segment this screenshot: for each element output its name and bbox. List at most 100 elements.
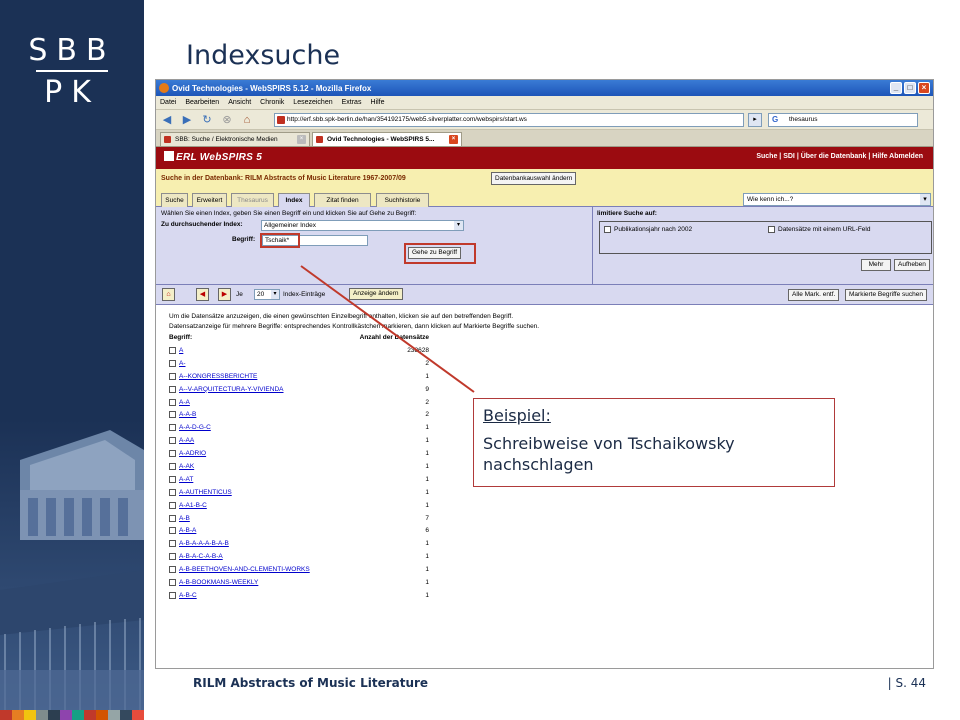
color-strip: [0, 710, 144, 720]
index-select[interactable]: Allgemeiner Index: [261, 220, 464, 231]
record-count: 1: [425, 462, 429, 470]
row-checkbox[interactable]: [169, 501, 176, 509]
previous-page-icon[interactable]: ◀: [196, 288, 209, 301]
url-bar[interactable]: http://erf.sbb.spk-berlin.de/han/3541921…: [274, 113, 744, 127]
row-checkbox[interactable]: [169, 359, 176, 367]
term-link[interactable]: A-: [179, 360, 186, 367]
change-display-button[interactable]: Anzeige ändern: [349, 288, 403, 300]
webspirs-banner: ERL WebSPIRS 5 Suche | SDI | Über die Da…: [156, 147, 933, 169]
tab-thesaurus[interactable]: Thesaurus: [231, 193, 274, 207]
row-checkbox[interactable]: [169, 527, 176, 535]
close-tab-icon[interactable]: ×: [297, 135, 306, 144]
menu-lesezeichen[interactable]: Lesezeichen: [293, 99, 332, 106]
term-link[interactable]: A-B-C: [179, 592, 197, 599]
term-link[interactable]: A-B-BEETHOVEN-AND-CLEMENTI-WORKS: [179, 566, 310, 573]
term-link[interactable]: A-AUTHENTICUS: [179, 489, 232, 496]
tab-erweitert[interactable]: Erweitert: [192, 193, 227, 207]
row-checkbox[interactable]: [169, 450, 176, 458]
term-link[interactable]: A-AT: [179, 476, 193, 483]
change-database-button[interactable]: Datenbankauswahl ändern: [491, 172, 577, 185]
search-marked-button[interactable]: Markierte Begriffe suchen: [845, 289, 927, 301]
limit-year-checkbox[interactable]: [604, 226, 611, 233]
logo-top: SBB: [28, 33, 116, 68]
row-checkbox[interactable]: [169, 385, 176, 393]
row-checkbox[interactable]: [169, 488, 176, 496]
row-checkbox[interactable]: [169, 540, 176, 548]
reload-icon[interactable]: ↻: [199, 113, 215, 127]
tab-suchhistorie[interactable]: Suchhistorie: [376, 193, 429, 207]
term-link[interactable]: A-B-BOOKMANS-WEEKLY: [179, 579, 258, 586]
row-checkbox[interactable]: [169, 514, 176, 522]
limit-url-option[interactable]: Datensätze mit einem URL-Feld: [768, 226, 870, 233]
close-tab-icon[interactable]: ×: [449, 135, 458, 144]
menu-chronik[interactable]: Chronik: [260, 99, 284, 106]
record-count: 1: [425, 553, 429, 561]
row-checkbox[interactable]: [169, 424, 176, 432]
row-checkbox[interactable]: [169, 553, 176, 561]
stop-icon[interactable]: ⊗: [219, 113, 235, 127]
term-link[interactable]: A-B-A: [179, 527, 196, 534]
menu-datei[interactable]: Datei: [160, 99, 176, 106]
row-checkbox[interactable]: [169, 578, 176, 586]
row-checkbox[interactable]: [169, 475, 176, 483]
color-strip-segment: [24, 710, 36, 720]
term-link[interactable]: A-B: [179, 515, 190, 522]
term-link[interactable]: A-A-B: [179, 411, 196, 418]
row-checkbox[interactable]: [169, 462, 176, 470]
minimize-button[interactable]: _: [890, 82, 902, 94]
limit-year-option[interactable]: Publikationsjahr nach 2002: [604, 226, 692, 233]
menu-bearbeiten[interactable]: Bearbeiten: [185, 99, 219, 106]
browser-tab-label: Ovid Technologies - WebSPIRS 5...: [327, 136, 435, 143]
term-link[interactable]: A--V-ARQUITECTURA-Y-VIVIENDA: [179, 386, 284, 393]
tab-index[interactable]: Index: [278, 193, 310, 207]
term-link[interactable]: A-A: [179, 399, 190, 406]
logo-rule: [36, 70, 108, 72]
term-link[interactable]: A-ADRIO: [179, 450, 206, 457]
row-checkbox[interactable]: [169, 591, 176, 599]
term-link[interactable]: A-A1-B-C: [179, 502, 207, 509]
menu-hilfe[interactable]: Hilfe: [370, 99, 384, 106]
row-checkbox[interactable]: [169, 411, 176, 419]
example-callout: Beispiel: Schreibweise von Tschaikowsky …: [473, 398, 835, 487]
row-checkbox[interactable]: [169, 398, 176, 406]
record-count: 6: [425, 527, 429, 535]
term-link[interactable]: A-B-A-A-A-B-A-B: [179, 540, 229, 547]
next-page-icon[interactable]: ▶: [218, 288, 231, 301]
term-link[interactable]: A-AK: [179, 463, 194, 470]
record-count: 1: [425, 424, 429, 432]
table-row: A- 2: [169, 357, 429, 370]
menu-ansicht[interactable]: Ansicht: [228, 99, 251, 106]
row-checkbox[interactable]: [169, 566, 176, 574]
top-nav-links[interactable]: Suche | SDI | Über die Datenbank | Hilfe…: [756, 153, 923, 160]
browser-tab-sbb[interactable]: SBB: Suche / Elektronische Medien ×: [160, 132, 310, 146]
sidebar: SBB PK: [0, 0, 144, 720]
browser-tab-ovid[interactable]: Ovid Technologies - WebSPIRS 5... ×: [312, 132, 462, 146]
per-page-select[interactable]: 20: [254, 289, 280, 300]
record-count: 2: [425, 411, 429, 419]
term-link[interactable]: A-B-A-C-A-B-A: [179, 553, 223, 560]
help-select[interactable]: Wie kenn ich...?: [743, 193, 931, 206]
tab-suche[interactable]: Suche: [161, 193, 188, 207]
term-link[interactable]: A--KONGRESSBERICHTE: [179, 373, 257, 380]
maximize-button[interactable]: □: [904, 82, 916, 94]
row-checkbox[interactable]: [169, 437, 176, 445]
browser-search-input[interactable]: thesaurus: [768, 113, 918, 127]
term-link[interactable]: A: [179, 347, 183, 354]
go-arrow-icon[interactable]: ▸: [748, 113, 762, 127]
close-window-button[interactable]: ×: [918, 82, 930, 94]
row-checkbox[interactable]: [169, 372, 176, 380]
unmark-all-button[interactable]: Alle Mark. entf.: [788, 289, 840, 301]
term-link[interactable]: A-A-D-G-C: [179, 424, 211, 431]
row-checkbox[interactable]: [169, 346, 176, 354]
home-icon[interactable]: ⌂: [162, 288, 175, 301]
back-arrow-icon[interactable]: ◀: [159, 113, 175, 127]
color-strip-segment: [120, 710, 132, 720]
home-icon[interactable]: ⌂: [239, 113, 255, 127]
forward-arrow-icon[interactable]: ▶: [179, 113, 195, 127]
more-button[interactable]: Mehr: [861, 259, 891, 271]
tab-zitat-finden[interactable]: Zitat finden: [314, 193, 371, 207]
menu-extras[interactable]: Extras: [342, 99, 362, 106]
term-link[interactable]: A-AA: [179, 437, 194, 444]
clear-button[interactable]: Aufheben: [894, 259, 930, 271]
limit-url-checkbox[interactable]: [768, 226, 775, 233]
